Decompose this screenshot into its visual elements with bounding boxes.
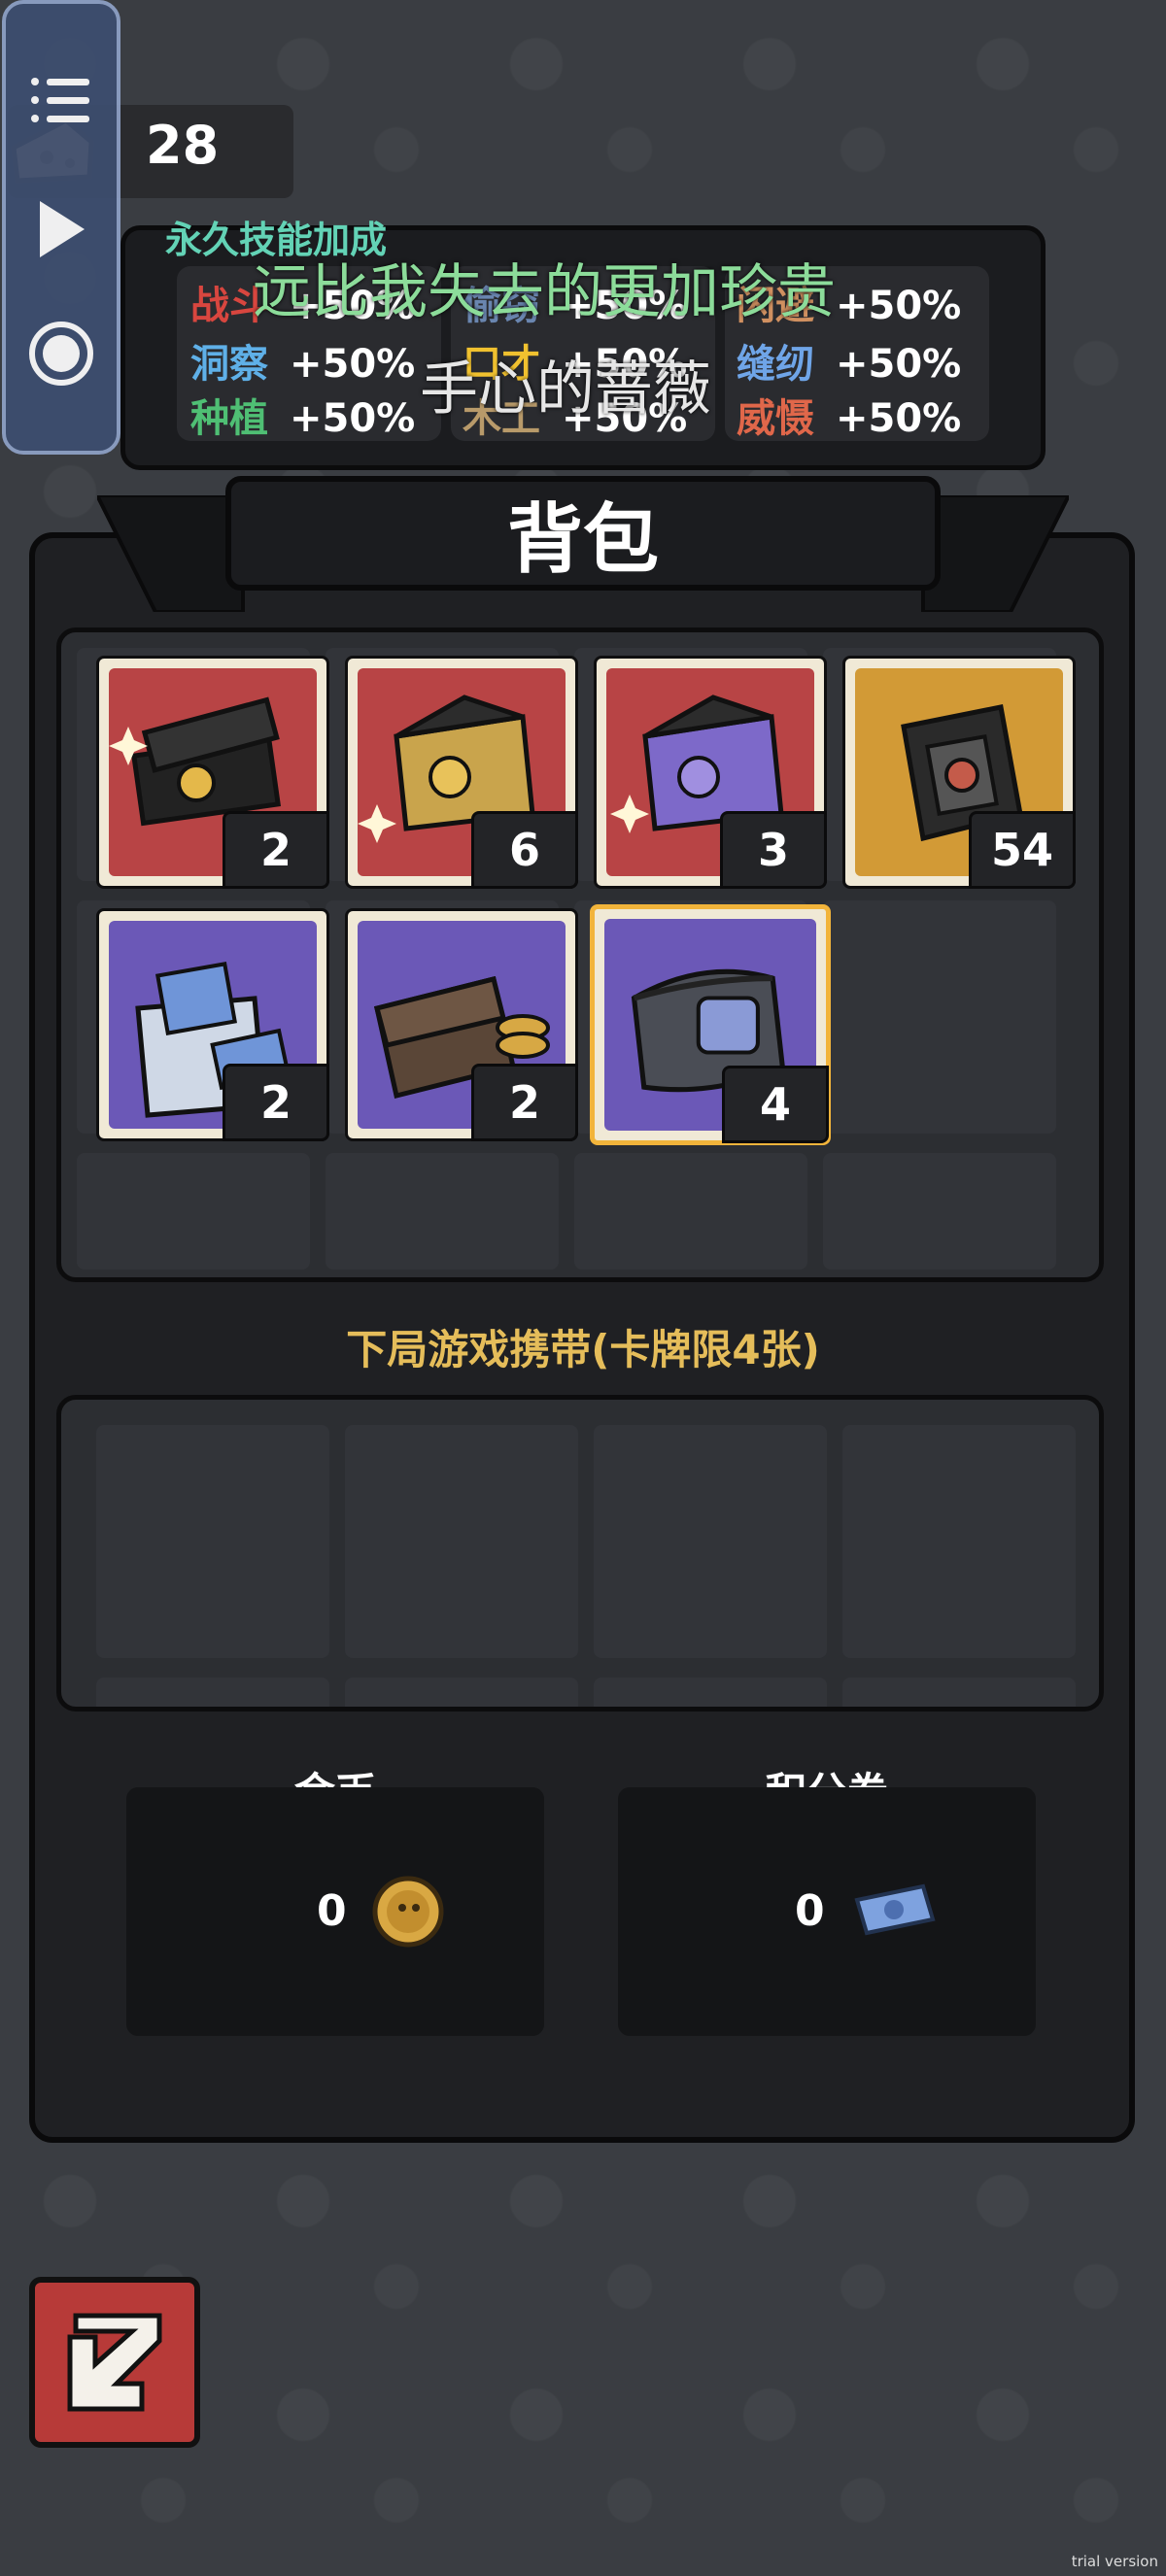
item-black-card-box[interactable]: 54 [842, 656, 1076, 889]
ticket-box [618, 1787, 1036, 2036]
carry-slot [594, 1678, 827, 1707]
back-arrow-icon [67, 2313, 162, 2412]
ticket-value: 0 [795, 1886, 825, 1936]
skill-row: 缝纫 +50% [737, 332, 961, 389]
skill-value: +50% [836, 284, 962, 328]
item-count: 3 [720, 811, 827, 889]
skill-value: +50% [836, 342, 962, 387]
item-count: 2 [471, 1064, 578, 1141]
carry-slot [96, 1678, 329, 1707]
skill-name: 威慑 [737, 396, 814, 441]
list-icon [31, 78, 89, 122]
skill-row: 威慑 +50% [737, 387, 961, 443]
item-count: 2 [223, 1064, 329, 1141]
carry-slot[interactable] [345, 1425, 578, 1658]
backpack-title: 背包 [225, 476, 941, 591]
item-blue-ticket-bag[interactable]: 2 [96, 908, 329, 1141]
carry-slot [842, 1678, 1076, 1707]
record-button[interactable] [6, 295, 117, 412]
item-purple-card-pack[interactable]: 3 [594, 656, 827, 889]
skill-value: +50% [836, 396, 962, 441]
menu-button[interactable] [6, 43, 117, 159]
carry-slot[interactable] [594, 1425, 827, 1658]
skill-value: +50% [290, 396, 416, 441]
ticket-icon [854, 1883, 936, 1936]
item-gold-card-pack[interactable]: 6 [345, 656, 578, 889]
play-button[interactable] [6, 171, 117, 288]
carry-slot [345, 1678, 578, 1707]
back-button[interactable] [29, 2277, 200, 2448]
skill-value: +50% [290, 342, 416, 387]
inventory-slot [823, 1153, 1056, 1270]
overlay-line-1: 远比我失去的更加珍贵 [253, 258, 836, 326]
carry-slot[interactable] [842, 1425, 1076, 1658]
skill-row: 洞察 +50% [190, 332, 415, 389]
inventory-grid: 2 6 3 54 2 2 4 [56, 627, 1104, 1282]
play-icon [40, 201, 85, 257]
side-toolbar [2, 0, 120, 455]
item-gray-pouch[interactable]: 4 [590, 904, 831, 1145]
item-count: 4 [722, 1066, 829, 1143]
item-count: 2 [223, 811, 329, 889]
skill-name: 种植 [190, 396, 268, 441]
resource-count: 28 [146, 115, 220, 176]
record-icon [29, 322, 93, 386]
skill-name: 洞察 [190, 342, 268, 387]
item-count: 54 [969, 811, 1076, 889]
skill-row: 种植 +50% [190, 387, 415, 443]
carry-slot[interactable] [96, 1425, 329, 1658]
carry-slots [56, 1395, 1104, 1712]
gold-coin-value: 0 [317, 1886, 347, 1936]
skill-name: 缝纫 [737, 342, 814, 387]
inventory-slot [574, 1153, 807, 1270]
inventory-slot [326, 1153, 559, 1270]
carry-label: 下局游戏携带(卡牌限4张) [346, 1326, 820, 1373]
item-coin-wallet[interactable]: 2 [345, 908, 578, 1141]
item-gold-gift-box[interactable]: 2 [96, 656, 329, 889]
gold-coin-icon [372, 1876, 444, 1948]
inventory-slot [77, 1153, 310, 1270]
watermark: trial version [1071, 2553, 1158, 2570]
overlay-line-2: 手心的蔷薇 [420, 356, 711, 424]
inventory-slot [823, 900, 1056, 1134]
item-count: 6 [471, 811, 578, 889]
